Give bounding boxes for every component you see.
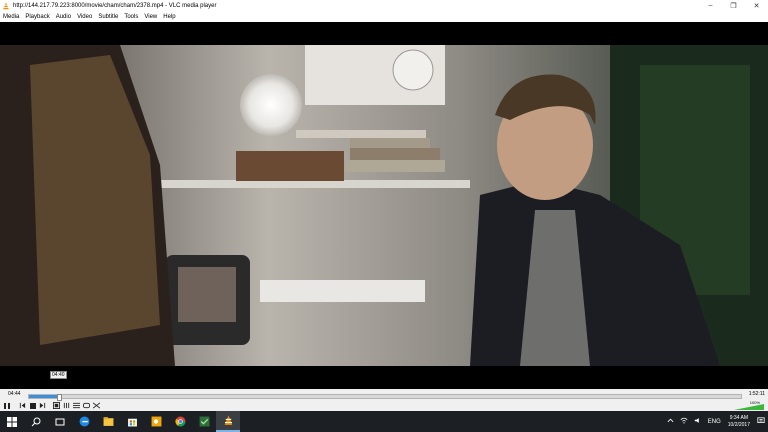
loop-icon [83,402,90,409]
store-icon [127,418,137,427]
menu-view[interactable]: View [141,14,160,20]
previous-button[interactable] [18,401,27,410]
system-tray: ENG 9:34 AM 10/2/2017 [664,411,768,432]
taskbar-store[interactable] [120,411,144,432]
fullscreen-icon [53,402,60,409]
windows-taskbar: ENG 9:34 AM 10/2/2017 [0,411,768,432]
search-icon [31,417,41,426]
skip-back-icon [19,402,26,409]
restore-button[interactable]: ❐ [722,0,745,11]
clock[interactable]: 9:34 AM 10/2/2017 [724,415,754,429]
chrome-icon [174,416,185,427]
notification-icon [757,416,765,423]
task-view-icon [55,418,65,425]
pause-button[interactable] [1,401,13,411]
next-button[interactable] [38,401,47,410]
language-indicator[interactable]: ENG [705,419,724,425]
taskbar-outlook[interactable] [144,411,168,432]
seek-bar[interactable] [28,394,742,401]
menu-help[interactable]: Help [160,14,178,20]
menu-media[interactable]: Media [0,14,22,20]
clock-date: 10/2/2017 [727,421,750,428]
show-hidden-icons-button[interactable] [664,418,677,425]
pause-icon [4,402,10,409]
shuffle-button[interactable] [92,401,101,410]
playlist-button[interactable] [72,401,81,410]
action-center-button[interactable] [754,416,768,427]
taskbar-vlc[interactable] [216,411,240,432]
task-view-button[interactable] [48,411,72,432]
vlc-icon [224,415,232,425]
menu-audio[interactable]: Audio [53,14,74,20]
windows-logo-icon [7,416,17,427]
title-bar: http://144.217.79.223:8000/movie/cham/ch… [0,0,768,11]
close-button[interactable]: ✕ [745,0,768,11]
vpn-icon [199,416,209,427]
menu-video[interactable]: Video [74,14,95,20]
edge-icon [79,416,89,427]
clock-time: 9:34 AM [729,414,749,421]
volume-tray-button[interactable] [691,417,705,426]
extended-settings-button[interactable] [62,401,71,410]
taskbar-edge[interactable] [72,411,96,432]
chevron-up-icon [667,418,674,423]
taskbar-chrome[interactable] [168,411,192,432]
wifi-icon [680,417,688,424]
minimize-button[interactable]: – [699,0,722,11]
video-area[interactable] [0,22,768,389]
taskbar-vpn[interactable] [192,411,216,432]
menu-subtitle[interactable]: Subtitle [95,14,121,20]
loop-button[interactable] [82,401,91,410]
window-title: http://144.217.79.223:8000/movie/cham/ch… [13,2,217,9]
equalizer-icon [63,402,70,409]
total-time: 1:52:11 [748,391,765,397]
seek-progress [29,395,59,398]
elapsed-time: 04:44 [8,391,21,397]
file-explorer-icon [103,417,113,426]
speaker-icon [694,418,699,423]
skip-forward-icon [39,402,46,409]
stop-icon [29,402,36,409]
player-controls: 04:44 1:52:11 100% [0,389,768,411]
start-button[interactable] [0,411,24,432]
outlook-icon [151,416,161,427]
menu-playback[interactable]: Playback [22,14,52,20]
video-frame [0,45,768,366]
vlc-cone-icon [3,1,9,9]
menu-tools[interactable]: Tools [121,14,141,20]
volume-slider[interactable] [730,400,766,411]
seek-hover-time: 04:40 [50,371,67,379]
shuffle-icon [93,402,100,409]
search-button[interactable] [24,411,48,432]
stop-button[interactable] [28,401,37,410]
volume-control[interactable]: 100% [730,400,766,411]
fullscreen-button[interactable] [52,401,61,410]
playlist-icon [73,402,80,409]
taskbar-file-explorer[interactable] [96,411,120,432]
wifi-button[interactable] [677,417,691,426]
